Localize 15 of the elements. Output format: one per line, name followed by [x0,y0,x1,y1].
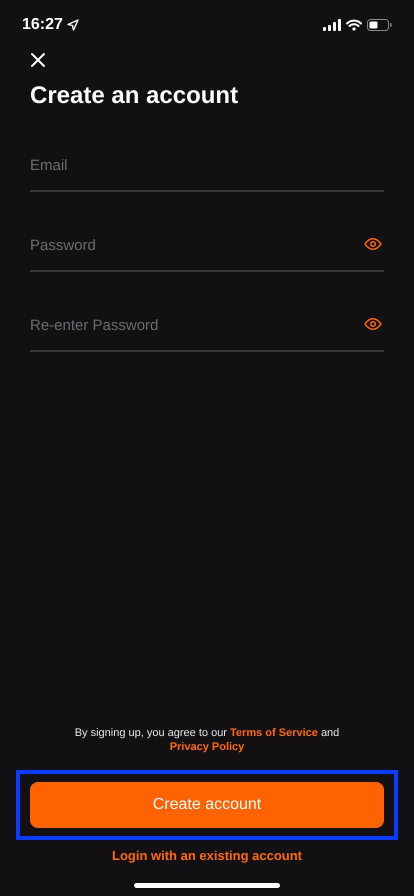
input-field[interactable]: Email [30,156,384,174]
terms-text: By signing up, you agree to our Terms of Service and Privacy Policy [74,726,340,754]
login-link[interactable]: Login with an existing account [112,848,302,863]
page-title: Create an account [30,82,240,110]
close-button[interactable] [28,50,48,70]
signal-icon [323,19,341,31]
privacy-link[interactable]: Privacy Policy [170,741,244,753]
wifi-icon [346,19,362,31]
location-arrow-icon [66,19,79,31]
status-time: 16:27 [22,16,63,34]
input-field[interactable]: Password [30,236,364,254]
input-field[interactable]: Re-enter Password [30,316,364,334]
close-icon [28,50,48,70]
terms-link[interactable]: Terms of Service [230,727,318,739]
battery-icon [367,19,392,31]
